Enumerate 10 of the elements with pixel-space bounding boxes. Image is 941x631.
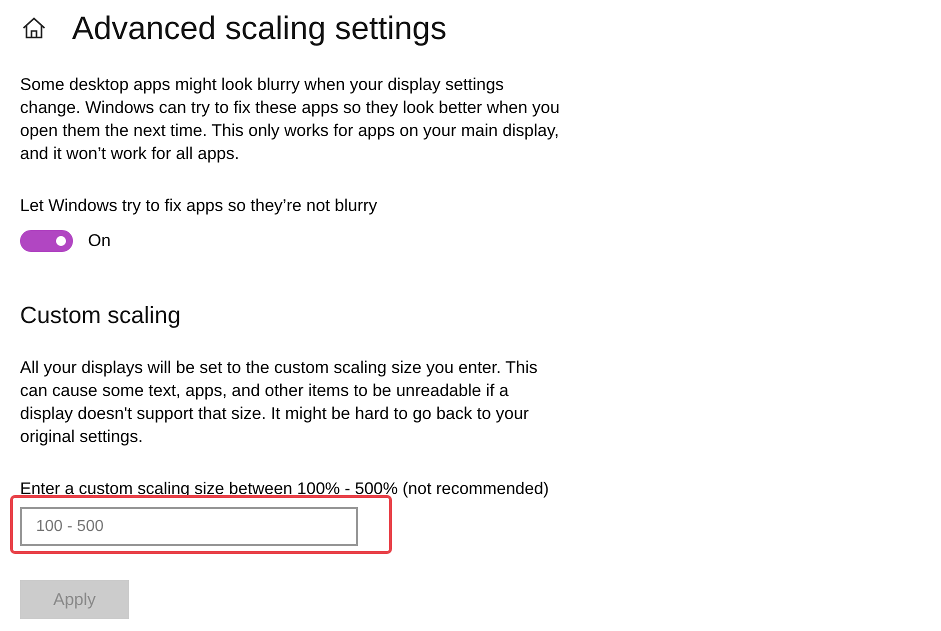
- section-heading: Custom scaling: [20, 301, 181, 330]
- home-icon[interactable]: [22, 17, 46, 39]
- page-title: Advanced scaling settings: [72, 9, 447, 48]
- description-text: All your displays will be set to the custom scaling size you enter. This can cause some text, apps, and other items to be unreadable if a display doesn't support that size. It might be hard to go back to your original settings.: [20, 357, 538, 448]
- field-label: Enter a custom scaling size between 100% - 500% (not recommended): [20, 478, 549, 500]
- description-text: Some desktop apps might look blurry when your display settings change. Windows can try to fix these apps so they look better when you open them the next time. This only works for apps on your main display, and it won’t work for all apps.: [20, 74, 561, 165]
- toggle-state-text: On: [88, 230, 111, 252]
- toggle-label: Let Windows try to fix apps so they’re not blurry: [20, 195, 378, 217]
- input-field[interactable]: 100 - 500: [20, 507, 358, 546]
- toggle-switch[interactable]: [20, 230, 73, 252]
